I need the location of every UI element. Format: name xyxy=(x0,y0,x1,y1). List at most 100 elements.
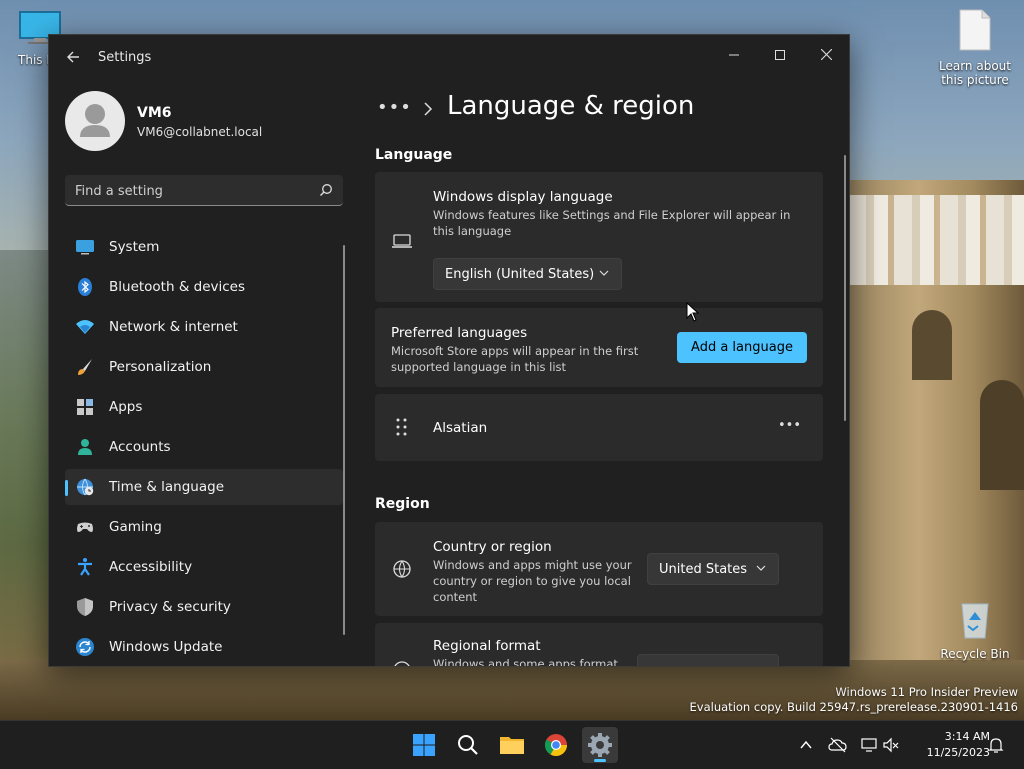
taskbar-file-explorer[interactable] xyxy=(494,727,530,763)
sidebar-item-label: Time & language xyxy=(109,479,225,495)
brush-icon xyxy=(78,359,92,375)
sidebar-item-windows-update[interactable]: Windows Update xyxy=(65,629,343,665)
folder-icon xyxy=(500,737,524,754)
sidebar-item-accessibility[interactable]: Accessibility xyxy=(65,549,343,585)
display-language-dropdown[interactable]: English (United States) xyxy=(433,258,622,290)
add-language-button[interactable]: Add a language xyxy=(677,332,807,363)
os-watermark: Windows 11 Pro Insider Preview Evaluatio… xyxy=(690,685,1018,715)
search-icon[interactable] xyxy=(319,183,333,197)
gamepad-icon xyxy=(77,522,93,532)
more-options-button[interactable]: ••• xyxy=(778,418,801,433)
dropdown-value: United States xyxy=(659,562,748,577)
monitor-icon xyxy=(76,240,94,255)
close-button[interactable] xyxy=(803,41,849,71)
person-icon xyxy=(78,439,92,455)
sidebar-item-label: Accessibility xyxy=(109,559,193,575)
person-avatar-icon xyxy=(80,104,110,137)
preferred-languages-card: Preferred languages Microsoft Store apps… xyxy=(375,308,823,387)
sidebar-item-label: Gaming xyxy=(109,519,162,535)
sidebar-item-apps[interactable]: Apps xyxy=(65,389,343,425)
gear-icon xyxy=(588,733,612,757)
watermark-line: Windows 11 Pro Insider Preview xyxy=(835,685,1018,699)
laptop-icon xyxy=(392,234,412,248)
desktop-icon-label: Learn about this picture xyxy=(939,59,1011,87)
sidebar-scrollbar[interactable] xyxy=(343,245,345,635)
update-icon xyxy=(76,638,94,656)
desktop-wallpaper-town xyxy=(848,195,1024,285)
sidebar-item-label: Bluetooth & devices xyxy=(109,279,246,295)
sidebar-item-label: Windows Update xyxy=(109,639,223,655)
search-box[interactable] xyxy=(65,175,343,207)
drag-handle-icon[interactable] xyxy=(395,417,409,437)
country-dropdown[interactable]: United States xyxy=(647,553,779,585)
notification-bell-icon[interactable] xyxy=(988,736,1004,754)
desktop-wallpaper-hills xyxy=(0,250,50,670)
sidebar-nav: System Bluetooth & devices Network & int… xyxy=(65,229,343,666)
chevron-right-icon xyxy=(424,102,433,116)
globe-icon xyxy=(393,560,411,578)
sidebar-item-gaming[interactable]: Gaming xyxy=(65,509,343,545)
start-button[interactable] xyxy=(406,727,442,763)
desktop-wallpaper-arch xyxy=(980,380,1024,490)
language-name: Alsatian xyxy=(433,420,488,436)
taskbar-search-button[interactable] xyxy=(450,727,486,763)
title-bar[interactable]: Settings xyxy=(49,35,849,81)
chevron-up-icon[interactable] xyxy=(799,738,813,752)
active-app-indicator xyxy=(594,759,606,762)
apps-icon xyxy=(77,399,93,415)
taskbar-clock[interactable]: 3:14 AM 11/25/2023 xyxy=(920,729,990,761)
sidebar-item-time-language[interactable]: Time & language xyxy=(65,469,343,505)
sidebar-item-label: System xyxy=(109,239,160,255)
sidebar-item-label: Personalization xyxy=(109,359,212,375)
search-input[interactable] xyxy=(65,175,317,207)
settings-window: Settings VM6 VM6@collabnet.local Find a … xyxy=(48,34,850,667)
sidebar-item-label: Apps xyxy=(109,399,143,415)
taskbar-settings[interactable] xyxy=(582,727,618,763)
maximize-button[interactable] xyxy=(757,41,803,71)
selection-indicator xyxy=(65,480,68,496)
back-arrow-icon xyxy=(67,51,79,63)
network-icon[interactable] xyxy=(860,736,878,754)
desktop-icon-learn-about-picture[interactable]: Learn about this picture xyxy=(938,8,1012,87)
country-region-card: Country or region Windows and apps might… xyxy=(375,522,823,616)
profile-email: VM6@collabnet.local xyxy=(137,125,263,139)
desktop-icon-recycle-bin[interactable]: Recycle Bin xyxy=(940,598,1010,661)
speaker-muted-icon[interactable] xyxy=(882,736,900,754)
document-icon xyxy=(959,9,991,51)
taskbar-chrome[interactable] xyxy=(538,727,574,763)
sidebar-item-network[interactable]: Network & internet xyxy=(65,309,343,345)
language-list-item[interactable]: Alsatian ••• xyxy=(375,394,823,461)
wifi-icon xyxy=(76,320,94,334)
onedrive-offline-icon[interactable] xyxy=(828,736,848,754)
sidebar-item-privacy[interactable]: Privacy & security xyxy=(65,589,343,625)
sidebar-item-bluetooth[interactable]: Bluetooth & devices xyxy=(65,269,343,305)
sidebar-item-personalization[interactable]: Personalization xyxy=(65,349,343,385)
recycle-bin-icon xyxy=(961,603,989,639)
regional-format-card: Regional format Windows and some apps fo… xyxy=(375,623,823,666)
card-description: Windows features like Settings and File … xyxy=(433,208,791,238)
section-heading-language: Language xyxy=(375,147,453,163)
clock-date: 11/25/2023 xyxy=(926,746,990,759)
card-title: Preferred languages xyxy=(391,325,528,341)
taskbar: 3:14 AM 11/25/2023 xyxy=(0,720,1024,769)
shield-icon xyxy=(77,598,93,616)
globe-icon xyxy=(394,661,410,666)
regional-format-dropdown[interactable] xyxy=(637,654,779,666)
watermark-line: Evaluation copy. Build 25947.rs_prerelea… xyxy=(689,700,1018,714)
sidebar-item-label: Privacy & security xyxy=(109,599,231,615)
minimize-button[interactable] xyxy=(711,41,757,71)
back-button[interactable] xyxy=(63,49,83,69)
card-description: Microsoft Store apps will appear in the … xyxy=(391,344,639,374)
search-icon xyxy=(458,735,478,755)
section-heading-region: Region xyxy=(375,496,430,512)
maximize-icon xyxy=(775,50,785,60)
sidebar-item-label: Network & internet xyxy=(109,319,238,335)
content-scrollbar[interactable] xyxy=(844,155,846,421)
avatar xyxy=(65,91,125,151)
breadcrumb-more[interactable]: ••• xyxy=(377,97,412,118)
sidebar-item-accounts[interactable]: Accounts xyxy=(65,429,343,465)
page-title: Language & region xyxy=(447,91,695,121)
sidebar-item-system[interactable]: System xyxy=(65,229,343,265)
windows-logo-icon xyxy=(413,734,435,756)
accessibility-icon xyxy=(78,558,92,576)
